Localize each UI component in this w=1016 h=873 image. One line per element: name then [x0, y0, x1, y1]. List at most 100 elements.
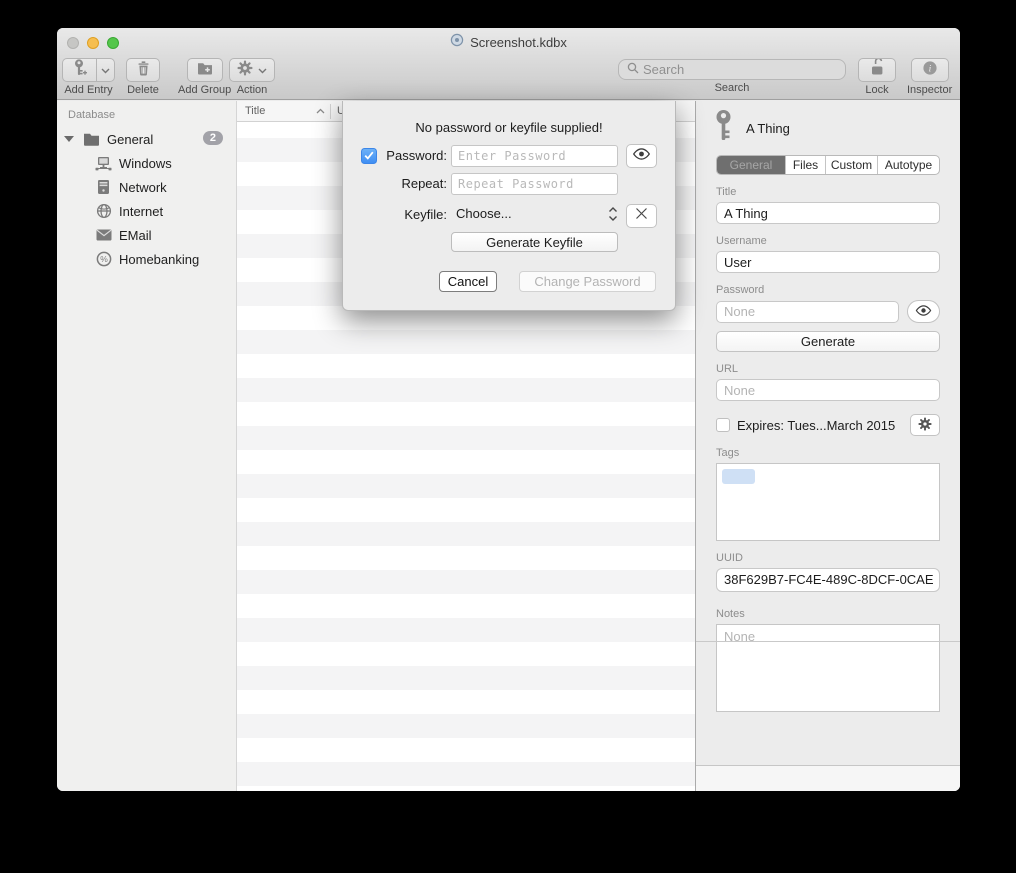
search-label: Search	[715, 82, 750, 94]
cancel-button[interactable]: Cancel	[439, 271, 497, 292]
percent-icon: %	[95, 251, 112, 268]
tab-autotype[interactable]: Autotype	[878, 156, 939, 174]
trash-icon	[137, 60, 150, 81]
notes-field-label: Notes	[716, 608, 940, 620]
change-password-button[interactable]: Change Password	[519, 271, 656, 292]
uuid-value[interactable]: 38F629B7-FC4E-489C-8DCF-0CAE	[716, 568, 940, 592]
inspector-panel: A Thing General Files Custom Autotype Ti…	[695, 101, 960, 791]
search-input[interactable]	[643, 62, 837, 77]
inspector-button[interactable]: i	[911, 58, 949, 82]
window-chrome: Screenshot.kdbx	[57, 28, 960, 100]
tab-files[interactable]: Files	[786, 156, 826, 174]
app-window: Screenshot.kdbx	[57, 28, 960, 791]
show-password-button[interactable]	[907, 300, 940, 323]
sidebar-item-email[interactable]: EMail	[57, 223, 236, 247]
unlock-icon	[869, 59, 885, 81]
title-field-label: Title	[716, 186, 940, 198]
chevron-down-icon	[258, 61, 267, 79]
inspector-footer	[696, 765, 960, 791]
add-group-button[interactable]	[187, 58, 223, 82]
sidebar-item-general[interactable]: General 2	[57, 127, 236, 151]
toolbar: Add Entry Delete Add Group	[57, 57, 960, 100]
uuid-field-label: UUID	[716, 552, 940, 564]
sidebar-item-homebanking[interactable]: % Homebanking	[57, 247, 236, 271]
eye-icon	[632, 147, 651, 165]
generate-keyfile-button[interactable]: Generate Keyfile	[451, 232, 618, 252]
key-plus-icon	[73, 59, 87, 82]
notes-input[interactable]	[716, 624, 940, 712]
password-input[interactable]	[716, 301, 899, 323]
svg-text:i: i	[928, 64, 931, 74]
lock-button[interactable]	[858, 58, 896, 82]
gear-icon	[237, 60, 253, 81]
entry-title: A Thing	[746, 121, 790, 136]
keyfile-popup[interactable]: Choose...	[456, 206, 512, 221]
server-icon	[95, 179, 112, 196]
windows-icon	[95, 155, 112, 172]
entry-count-badge: 2	[203, 131, 223, 145]
url-input[interactable]	[716, 379, 940, 401]
add-entry-label: Add Entry	[64, 84, 112, 96]
sidebar-item-network[interactable]: Network	[57, 175, 236, 199]
inspector-label: Inspector	[907, 84, 952, 96]
document-icon	[450, 33, 464, 52]
sidebar-header: Database	[57, 109, 236, 127]
username-input[interactable]	[716, 251, 940, 273]
title-input[interactable]	[716, 202, 940, 224]
add-entry-button[interactable]	[62, 58, 115, 82]
sidebar-item-label: Homebanking	[119, 252, 199, 267]
lock-label: Lock	[865, 84, 888, 96]
search-icon	[627, 61, 639, 79]
inspector-tabs: General Files Custom Autotype	[716, 155, 940, 175]
titlebar[interactable]: Screenshot.kdbx	[57, 28, 960, 57]
username-field-label: Username	[716, 235, 940, 247]
sort-ascending-icon	[316, 105, 325, 117]
sheet-message: No password or keyfile supplied!	[343, 120, 675, 135]
svg-text:%: %	[100, 254, 108, 264]
action-label: Action	[237, 84, 268, 96]
column-header-title[interactable]: Title	[237, 105, 330, 117]
keyfile-label: Keyfile:	[361, 207, 447, 222]
repeat-password-input[interactable]	[451, 173, 618, 195]
delete-label: Delete	[127, 84, 159, 96]
password-checkbox[interactable]	[361, 148, 377, 164]
key-icon	[716, 110, 731, 147]
action-button[interactable]	[229, 58, 275, 82]
add-entry-dropdown[interactable]	[96, 58, 115, 82]
search-field[interactable]	[618, 59, 846, 80]
close-x-icon	[635, 207, 648, 225]
globe-icon	[95, 203, 112, 220]
folder-icon	[83, 131, 100, 148]
sidebar-item-label: Network	[119, 180, 167, 195]
delete-button[interactable]	[126, 58, 160, 82]
sidebar-item-label: EMail	[119, 228, 152, 243]
add-group-label: Add Group	[178, 84, 231, 96]
envelope-icon	[95, 227, 112, 244]
eye-icon	[915, 303, 932, 321]
tags-field-label: Tags	[716, 447, 940, 459]
tag-pill[interactable]	[722, 469, 755, 484]
expires-label: Expires: Tues...March 2015	[737, 418, 895, 433]
sidebar: Database General 2 Windows Network	[57, 101, 237, 791]
expires-checkbox[interactable]	[716, 418, 730, 432]
tab-custom[interactable]: Custom	[826, 156, 878, 174]
disclosure-triangle-icon[interactable]	[64, 136, 74, 142]
reveal-password-button[interactable]	[626, 144, 657, 168]
expires-settings-button[interactable]	[910, 414, 940, 436]
sidebar-item-windows[interactable]: Windows	[57, 151, 236, 175]
clear-keyfile-button[interactable]	[626, 204, 657, 228]
tab-general[interactable]: General	[717, 156, 786, 174]
stepper-icon[interactable]	[608, 205, 618, 228]
window-title: Screenshot.kdbx	[470, 35, 567, 50]
tags-box[interactable]	[716, 463, 940, 541]
password-label: Password:	[379, 148, 447, 163]
password-field-label: Password	[716, 284, 940, 296]
sidebar-item-internet[interactable]: Internet	[57, 199, 236, 223]
chevron-down-icon	[101, 61, 110, 79]
info-icon: i	[922, 60, 938, 81]
generate-password-button[interactable]: Generate	[716, 331, 940, 352]
enter-password-input[interactable]	[451, 145, 618, 167]
repeat-label: Repeat:	[361, 176, 447, 191]
sidebar-item-label: General	[107, 132, 153, 147]
sidebar-item-label: Windows	[119, 156, 172, 171]
